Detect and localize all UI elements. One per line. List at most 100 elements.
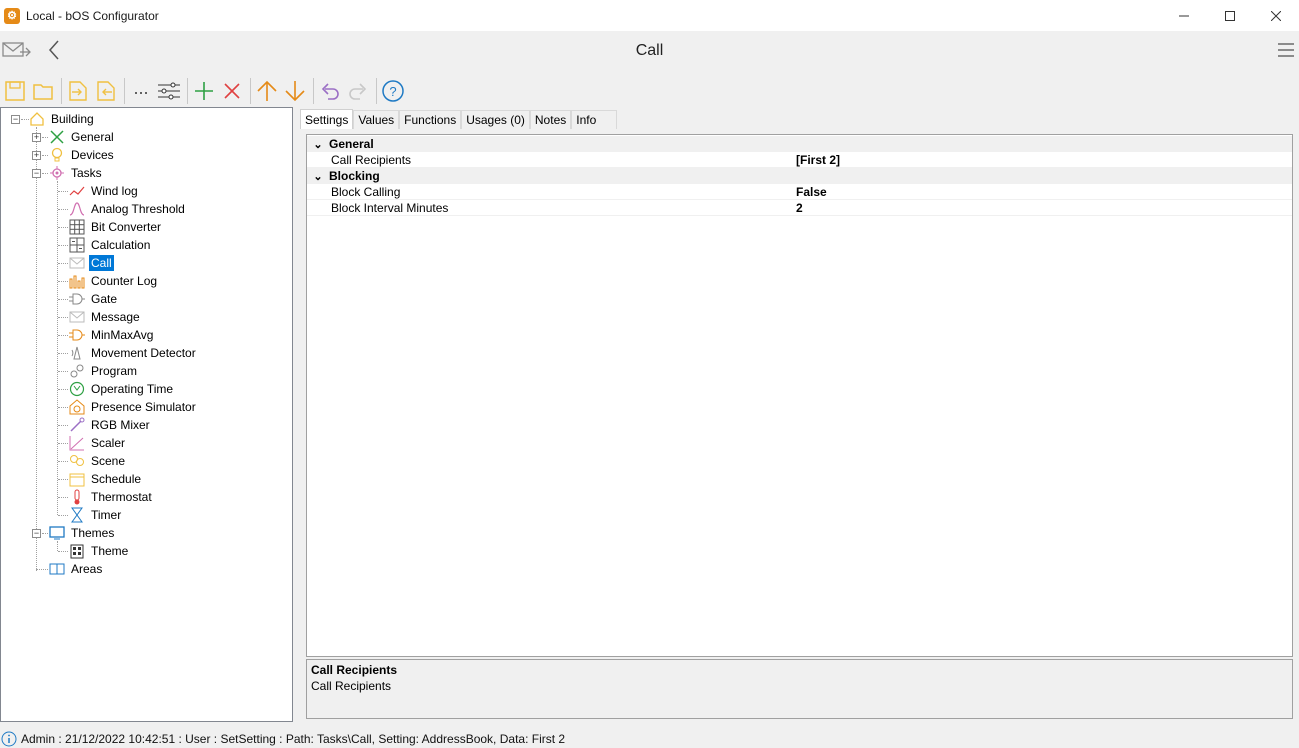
move-up-button[interactable] (254, 77, 280, 105)
export-button[interactable] (93, 77, 119, 105)
arrow-down-icon (285, 81, 305, 102)
property-name: Call Recipients (331, 152, 412, 167)
more-button[interactable] (128, 77, 154, 105)
tree-connector (58, 407, 68, 408)
expander-general[interactable]: + (32, 133, 41, 142)
property-grid[interactable]: ⌄ General Call Recipients [First 2] ⌄ Bl… (306, 134, 1293, 657)
move-down-button[interactable] (282, 77, 308, 105)
settings-sliders-button[interactable] (156, 77, 182, 105)
property-value[interactable]: 2 (796, 201, 803, 215)
hamburger-menu-button[interactable] (1277, 41, 1295, 62)
svg-text:?: ? (389, 84, 396, 99)
description-panel: Call Recipients Call Recipients (306, 659, 1293, 719)
tree-item-calculation[interactable]: Calculation (68, 236, 152, 254)
minimize-button[interactable] (1161, 0, 1207, 31)
close-icon (1271, 10, 1281, 21)
program-gears-icon (68, 362, 86, 380)
chevron-down-icon[interactable]: ⌄ (307, 170, 329, 183)
maximize-icon (1225, 10, 1235, 21)
tree-item-themes[interactable]: Themes (48, 524, 116, 542)
tree-connector (58, 479, 68, 480)
tree-item-building[interactable]: Building (28, 110, 96, 128)
open-button[interactable] (30, 77, 56, 105)
tree-item-timer[interactable]: Timer (68, 506, 123, 524)
delete-x-icon (224, 83, 240, 99)
tree-panel[interactable]: − Building + General + Devices − Tasks W… (0, 107, 293, 722)
tree-item-scaler[interactable]: Scaler (68, 434, 127, 452)
undo-icon (321, 83, 339, 100)
floorplan-icon (48, 560, 66, 578)
property-call-recipients[interactable]: Call Recipients [First 2] (307, 152, 1292, 168)
tab-info[interactable]: Info (571, 110, 618, 129)
tree-item-minmaxavg[interactable]: MinMaxAvg (68, 326, 155, 344)
toolbar-separator (187, 78, 188, 104)
tree-item-presence-simulator[interactable]: Presence Simulator (68, 398, 198, 416)
clock-icon (68, 380, 86, 398)
save-icon (5, 81, 25, 101)
tree-item-devices[interactable]: Devices (48, 146, 116, 164)
expander-building[interactable]: − (11, 115, 20, 124)
tree-item-counter-log[interactable]: Counter Log (68, 272, 159, 290)
add-button[interactable] (191, 77, 217, 105)
tree-connector (57, 541, 58, 551)
tools-icon (48, 128, 66, 146)
tree-item-gate[interactable]: Gate (68, 290, 119, 308)
folder-icon (33, 84, 53, 100)
redo-button[interactable] (345, 77, 371, 105)
close-button[interactable] (1253, 0, 1299, 31)
calculator-icon (68, 236, 86, 254)
expander-devices[interactable]: + (32, 151, 41, 160)
tree-item-bit-converter[interactable]: Bit Converter (68, 218, 163, 236)
tree-item-scene[interactable]: Scene (68, 452, 127, 470)
tree-item-operating-time[interactable]: Operating Time (68, 380, 175, 398)
tree-item-thermostat[interactable]: Thermostat (68, 488, 154, 506)
tree-item-schedule[interactable]: Schedule (68, 470, 143, 488)
tree-item-general[interactable]: General (48, 128, 116, 146)
sliders-icon (158, 82, 180, 100)
tree-item-message[interactable]: Message (68, 308, 142, 326)
maximize-button[interactable] (1207, 0, 1253, 31)
undo-button[interactable] (317, 77, 343, 105)
category-blocking[interactable]: ⌄ Blocking (307, 168, 1292, 184)
import-button[interactable] (65, 77, 91, 105)
help-button[interactable]: ? (380, 77, 406, 105)
tab-values[interactable]: Values (353, 110, 400, 129)
property-block-calling[interactable]: Block Calling False (307, 184, 1292, 200)
property-value[interactable]: [First 2] (796, 153, 840, 167)
tree-item-tasks[interactable]: Tasks (48, 164, 104, 182)
tree-item-wind-log[interactable]: Wind log (68, 182, 140, 200)
tree-item-areas[interactable]: Areas (48, 560, 104, 578)
expander-themes[interactable]: − (32, 529, 41, 538)
tree-item-program[interactable]: Program (68, 362, 139, 380)
back-button[interactable] (46, 39, 62, 64)
minmax-gate-icon (68, 326, 86, 344)
send-mail-button[interactable] (2, 41, 32, 62)
toolbar-separator (376, 78, 377, 104)
tree-item-rgb-mixer[interactable]: RGB Mixer (68, 416, 152, 434)
threshold-curve-icon (68, 200, 86, 218)
tree-item-theme[interactable]: Theme (68, 542, 130, 560)
mail-forward-icon (2, 42, 31, 57)
category-general[interactable]: ⌄ General (307, 136, 1292, 152)
tree-item-call[interactable]: Call (68, 254, 114, 272)
page-title: Call (635, 42, 664, 59)
tree-item-movement-detector[interactable]: Movement Detector (68, 344, 198, 362)
delete-button[interactable] (219, 77, 245, 105)
save-button[interactable] (2, 77, 28, 105)
property-value[interactable]: False (796, 185, 827, 199)
nav-bar: Call (0, 31, 1299, 71)
property-block-interval-minutes[interactable]: Block Interval Minutes 2 (307, 200, 1292, 216)
tab-settings[interactable]: Settings (300, 109, 354, 129)
expander-tasks[interactable]: − (32, 169, 41, 178)
house-clock-icon (68, 398, 86, 416)
tree-connector (57, 181, 58, 515)
property-name: Block Interval Minutes (331, 200, 449, 215)
tree-item-analog-threshold[interactable]: Analog Threshold (68, 200, 187, 218)
scene-bulbs-icon (68, 452, 86, 470)
tab-functions[interactable]: Functions (399, 110, 462, 129)
tab-usages[interactable]: Usages (0) (461, 110, 530, 129)
minimize-icon (1179, 15, 1189, 16)
window-title: Local - bOS Configurator (26, 8, 159, 23)
tab-notes[interactable]: Notes (529, 110, 572, 129)
chevron-down-icon[interactable]: ⌄ (307, 138, 329, 151)
